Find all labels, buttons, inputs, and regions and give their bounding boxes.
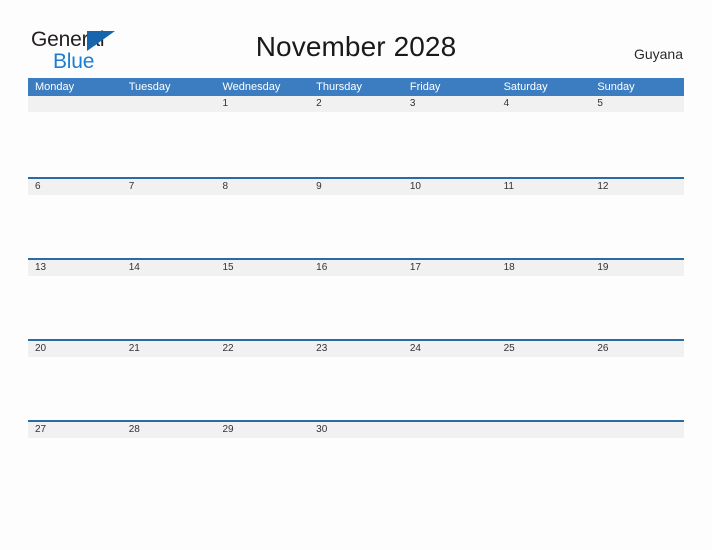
day-number[interactable]: 1	[215, 96, 309, 112]
page-title: November 2028	[255, 31, 457, 62]
day-number[interactable]: 6	[28, 179, 122, 195]
day-number[interactable]	[28, 96, 122, 112]
day-cell[interactable]	[28, 357, 122, 420]
day-cell[interactable]	[122, 195, 216, 258]
day-cell[interactable]	[590, 438, 684, 501]
day-number[interactable]: 29	[215, 422, 309, 438]
day-cell[interactable]	[590, 357, 684, 420]
day-number[interactable]: 22	[215, 341, 309, 357]
week-row: 20 21 22 23 24 25 26	[28, 339, 684, 420]
day-cell[interactable]	[497, 112, 591, 175]
day-cell[interactable]	[122, 438, 216, 501]
day-number[interactable]: 10	[403, 179, 497, 195]
weekday-header-wednesday: Wednesday	[222, 81, 281, 93]
day-cell[interactable]	[28, 276, 122, 339]
day-number[interactable]: 30	[309, 422, 403, 438]
day-number[interactable]: 8	[215, 179, 309, 195]
day-number[interactable]: 19	[590, 260, 684, 276]
day-number[interactable]: 27	[28, 422, 122, 438]
weekday-header-row: Monday Tuesday Wednesday Thursday Friday…	[28, 78, 684, 96]
day-cell[interactable]	[309, 276, 403, 339]
week-event-area	[28, 195, 684, 258]
day-number[interactable]: 5	[590, 96, 684, 112]
day-number[interactable]: 21	[122, 341, 216, 357]
day-cell[interactable]	[403, 112, 497, 175]
week-row: 1 2 3 4 5	[28, 96, 684, 177]
day-cell[interactable]	[403, 195, 497, 258]
week-date-band: 20 21 22 23 24 25 26	[28, 341, 684, 357]
day-number[interactable]: 4	[497, 96, 591, 112]
week-event-area	[28, 112, 684, 175]
day-number[interactable]: 28	[122, 422, 216, 438]
day-number[interactable]	[122, 96, 216, 112]
week-date-band: 27 28 29 30	[28, 422, 684, 438]
day-number[interactable]	[497, 422, 591, 438]
day-cell[interactable]	[28, 112, 122, 175]
day-cell[interactable]	[309, 438, 403, 501]
week-event-area	[28, 357, 684, 420]
day-cell[interactable]	[309, 195, 403, 258]
day-cell[interactable]	[122, 112, 216, 175]
page-header: General Blue November 2028 Guyana	[0, 0, 712, 76]
weekday-header-friday: Friday	[409, 81, 441, 93]
weekday-header-monday: Monday	[35, 81, 75, 93]
day-cell[interactable]	[215, 112, 309, 175]
day-number[interactable]	[403, 422, 497, 438]
day-cell[interactable]	[590, 276, 684, 339]
day-cell[interactable]	[497, 195, 591, 258]
day-number[interactable]: 20	[28, 341, 122, 357]
day-number[interactable]	[590, 422, 684, 438]
day-number[interactable]: 3	[403, 96, 497, 112]
day-number[interactable]: 25	[497, 341, 591, 357]
weekday-header-thursday: Thursday	[316, 81, 363, 93]
week-row: 27 28 29 30	[28, 420, 684, 501]
week-row: 13 14 15 16 17 18 19	[28, 258, 684, 339]
day-number[interactable]: 11	[497, 179, 591, 195]
day-cell[interactable]	[309, 112, 403, 175]
calendar-page: General Blue November 2028 Guyana Monday…	[0, 0, 712, 550]
weekday-header-tuesday: Tuesday	[128, 81, 171, 93]
calendar-grid: Monday Tuesday Wednesday Thursday Friday…	[28, 78, 684, 501]
weekday-header-sunday: Sunday	[597, 81, 635, 93]
day-number[interactable]: 14	[122, 260, 216, 276]
day-cell[interactable]	[497, 438, 591, 501]
weekday-header-saturday: Saturday	[503, 81, 548, 93]
day-number[interactable]: 9	[309, 179, 403, 195]
day-cell[interactable]	[497, 357, 591, 420]
day-number[interactable]: 23	[309, 341, 403, 357]
week-date-band: 1 2 3 4 5	[28, 96, 684, 112]
day-cell[interactable]	[403, 276, 497, 339]
day-cell[interactable]	[590, 195, 684, 258]
week-date-band: 6 7 8 9 10 11 12	[28, 179, 684, 195]
day-cell[interactable]	[122, 276, 216, 339]
day-number[interactable]: 16	[309, 260, 403, 276]
week-event-area	[28, 276, 684, 339]
day-number[interactable]: 12	[590, 179, 684, 195]
week-event-area	[28, 438, 684, 501]
day-cell[interactable]	[28, 195, 122, 258]
day-cell[interactable]	[403, 357, 497, 420]
day-number[interactable]: 24	[403, 341, 497, 357]
week-date-band: 13 14 15 16 17 18 19	[28, 260, 684, 276]
day-number[interactable]: 18	[497, 260, 591, 276]
day-number[interactable]: 17	[403, 260, 497, 276]
day-number[interactable]: 26	[590, 341, 684, 357]
region-label: Guyana	[633, 46, 683, 62]
day-cell[interactable]	[215, 276, 309, 339]
day-cell[interactable]	[215, 195, 309, 258]
day-number[interactable]: 15	[215, 260, 309, 276]
day-cell[interactable]	[497, 276, 591, 339]
day-cell[interactable]	[215, 357, 309, 420]
day-cell[interactable]	[403, 438, 497, 501]
day-number[interactable]: 13	[28, 260, 122, 276]
day-number[interactable]: 2	[309, 96, 403, 112]
day-number[interactable]: 7	[122, 179, 216, 195]
day-cell[interactable]	[215, 438, 309, 501]
day-cell[interactable]	[590, 112, 684, 175]
day-cell[interactable]	[309, 357, 403, 420]
day-cell[interactable]	[122, 357, 216, 420]
week-row: 6 7 8 9 10 11 12	[28, 177, 684, 258]
day-cell[interactable]	[28, 438, 122, 501]
